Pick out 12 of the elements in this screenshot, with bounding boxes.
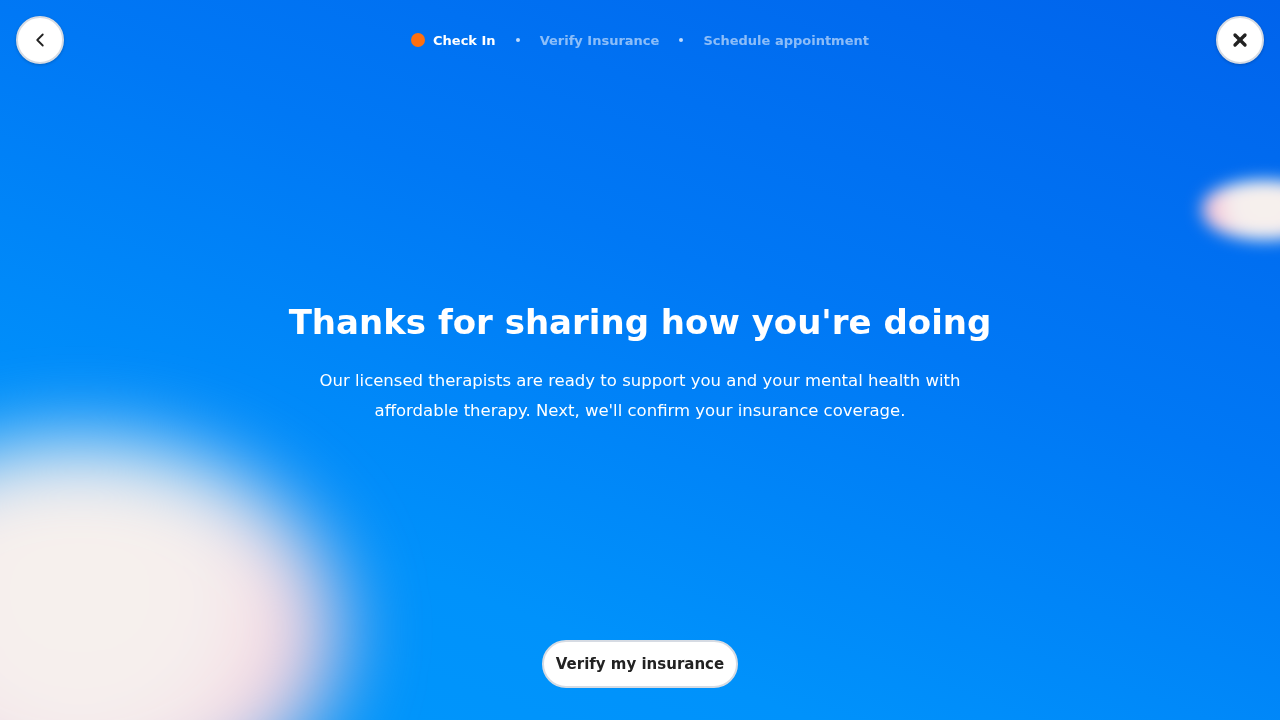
progress-step: Schedule appointment [703,32,869,48]
close-icon [1230,30,1250,50]
description: Our licensed therapists are ready to support you and your mental health with affordable therapy. Next, we'll confirm your insurance coverage. [318,370,962,422]
step-separator-icon [679,38,684,42]
progress-step: Check In [411,32,496,48]
progress-step: Verify Insurance [539,32,660,48]
heading: Thanks for sharing how you're doing [288,302,992,342]
verify-insurance-button[interactable]: Verify my insurance [542,640,738,688]
back-button[interactable] [16,16,64,64]
close-button[interactable] [1216,16,1264,64]
step-separator-icon [515,38,520,42]
current-step-dot-icon [411,33,426,47]
